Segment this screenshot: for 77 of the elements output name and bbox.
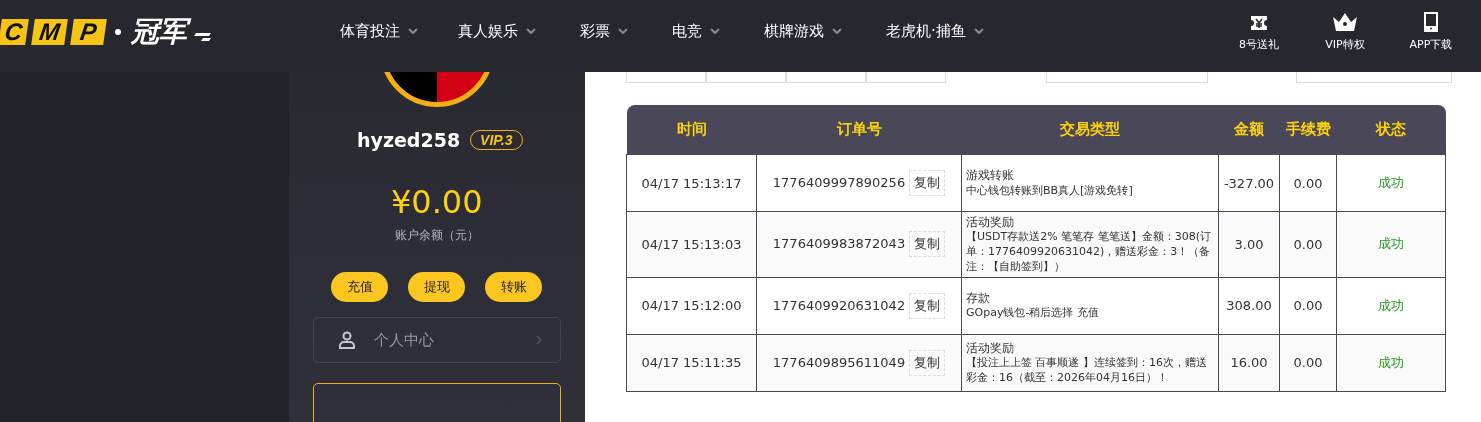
column-header: 金额 xyxy=(1218,105,1280,155)
transaction-detail: 中心钱包转账到BB真人[游戏免转] xyxy=(966,183,1134,199)
table-cell: -327.00 xyxy=(1218,154,1280,212)
caret-icon xyxy=(526,28,536,34)
copy-button[interactable]: 复制 xyxy=(909,292,946,319)
crown-icon xyxy=(1332,12,1358,32)
filter-field[interactable] xyxy=(1046,72,1208,83)
column-header: 状态 xyxy=(1336,105,1446,155)
transaction-type: 存款 xyxy=(966,290,991,307)
transaction-detail: 【投注上上签 百事顺遂 】连续签到：16次，赠送彩金：16（截至：2026年04月16日）！ xyxy=(966,355,1208,386)
phone-icon xyxy=(1424,12,1438,32)
logo-dot-icon xyxy=(115,29,121,35)
nav-item[interactable]: 彩票 xyxy=(580,21,628,41)
table-cell: 04/17 15:13:17 xyxy=(626,154,757,212)
caret-icon xyxy=(832,28,842,34)
column-header: 时间 xyxy=(626,105,757,155)
filter-tab[interactable] xyxy=(626,72,706,83)
table-cell: 04/17 15:11:35 xyxy=(626,334,757,392)
filter-tab[interactable] xyxy=(706,72,786,83)
copy-button[interactable]: 复制 xyxy=(909,170,946,196)
action-button[interactable]: 充值 xyxy=(331,272,389,302)
copy-button[interactable]: 复制 xyxy=(909,349,946,376)
logo-letter: M xyxy=(31,19,68,45)
username: hyzed258 xyxy=(357,129,461,151)
column-header: 手续费 xyxy=(1279,105,1337,155)
order-number: 1776409920631042 xyxy=(772,297,906,313)
caret-icon xyxy=(710,28,720,34)
order-number: 1776409997890256 xyxy=(772,175,906,190)
order-number: 1776409983872043 xyxy=(772,236,906,252)
status-cell: 成功 xyxy=(1336,154,1446,212)
balance-label: 账户余额（元） xyxy=(394,227,479,244)
table-cell: 04/17 15:13:03 xyxy=(626,211,757,278)
table-cell: 04/17 15:12:00 xyxy=(626,277,757,335)
ticket-icon xyxy=(1250,14,1268,32)
status-cell: 成功 xyxy=(1336,334,1446,392)
table-cell: 0.00 xyxy=(1279,154,1337,212)
transaction-detail: 【USDT存款送2% 笔笔存 笔笔送】金额：308(订单：1776409920631042)，赠送彩金：3！（备注：【自助签到】） xyxy=(966,230,1212,275)
table-cell: 3.00 xyxy=(1218,211,1280,278)
nav-item[interactable]: 体育投注 xyxy=(340,21,418,41)
copy-button[interactable]: 复制 xyxy=(909,231,946,258)
column-header: 交易类型 xyxy=(961,105,1219,155)
action-button[interactable]: 提现 xyxy=(408,272,466,302)
logo-letter: P xyxy=(70,19,107,45)
table-cell: 0.00 xyxy=(1279,277,1337,335)
quick-link[interactable]: APP下载 xyxy=(1388,12,1474,52)
transaction-detail: GOpay钱包-稍后选择 充值 xyxy=(966,306,1100,322)
action-button[interactable]: 转账 xyxy=(485,272,543,302)
status-cell: 成功 xyxy=(1336,277,1446,335)
logo-dash-icon xyxy=(193,33,213,41)
logo-letter: C xyxy=(0,19,29,45)
chevron-icon xyxy=(535,335,542,345)
column-header: 订单号 xyxy=(756,105,962,155)
table-cell: 308.00 xyxy=(1218,277,1280,335)
transaction-type: 活动奖励 xyxy=(966,339,1015,356)
caret-icon xyxy=(618,28,628,34)
nav-item[interactable]: 真人娱乐 xyxy=(458,21,536,41)
quick-link[interactable]: VIP特权 xyxy=(1302,12,1388,52)
user-icon xyxy=(337,331,356,349)
nav-item[interactable]: 老虎机·捕鱼 xyxy=(886,21,984,41)
caret-icon xyxy=(408,28,418,34)
nav-item[interactable]: 棋牌游戏 xyxy=(764,21,842,41)
filter-tab[interactable] xyxy=(866,72,946,83)
nav-item[interactable]: 电竞 xyxy=(672,21,720,41)
transaction-type: 活动奖励 xyxy=(966,214,1015,231)
quick-link[interactable]: 8号送礼 xyxy=(1216,12,1302,52)
table-cell: 16.00 xyxy=(1218,334,1280,392)
caret-icon xyxy=(973,28,984,34)
table-cell: 0.00 xyxy=(1279,334,1337,392)
balance-amount: ¥0.00 xyxy=(390,183,483,221)
logo-name: 冠军 xyxy=(127,13,191,51)
table-cell: 0.00 xyxy=(1279,211,1337,278)
transaction-type: 游戏转账 xyxy=(966,167,1015,184)
status-cell: 成功 xyxy=(1336,211,1446,278)
menu-item[interactable]: 个人中心 xyxy=(312,317,561,363)
order-number: 1776409895611049 xyxy=(772,354,906,370)
filter-field[interactable] xyxy=(1296,72,1452,83)
filter-tab[interactable] xyxy=(786,72,866,83)
